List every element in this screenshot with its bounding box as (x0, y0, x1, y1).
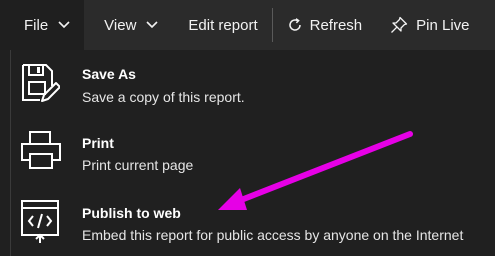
publish-to-web-title: Publish to web (82, 205, 181, 221)
save-as-title: Save As (82, 66, 136, 82)
file-menu-button[interactable]: File (0, 0, 85, 50)
chevron-down-icon (58, 21, 70, 29)
refresh-icon (287, 17, 303, 33)
pin-live-button[interactable]: Pin Live (372, 0, 479, 50)
toolbar-divider (271, 8, 273, 42)
save-as-description: Save a copy of this report. (82, 89, 245, 105)
print-title: Print (82, 135, 114, 151)
report-toolbar: File View Edit report Refresh Pin Live (0, 0, 495, 50)
refresh-label: Refresh (309, 16, 363, 34)
publish-to-web-description: Embed this report for public access by a… (82, 227, 464, 243)
refresh-button[interactable]: Refresh (279, 0, 373, 50)
save-as-icon (20, 62, 61, 109)
pin-icon (390, 16, 408, 34)
pin-live-label: Pin Live (416, 16, 470, 34)
edit-report-label: Edit report (188, 16, 258, 34)
menu-item-publish-to-web[interactable]: Publish to web Embed this report for pub… (0, 193, 495, 253)
print-description: Print current page (82, 157, 194, 173)
view-menu-label: View (104, 16, 137, 34)
printer-icon (20, 130, 62, 177)
edit-report-button[interactable]: Edit report (168, 0, 267, 50)
menu-item-print[interactable]: Print Print current page (0, 125, 495, 183)
publish-to-web-icon (20, 199, 62, 250)
view-menu-button[interactable]: View (84, 0, 168, 50)
menu-item-save-as[interactable]: Save As Save a copy of this report. (0, 56, 495, 114)
file-menu-label: File (24, 16, 49, 34)
chevron-down-icon (146, 21, 158, 29)
